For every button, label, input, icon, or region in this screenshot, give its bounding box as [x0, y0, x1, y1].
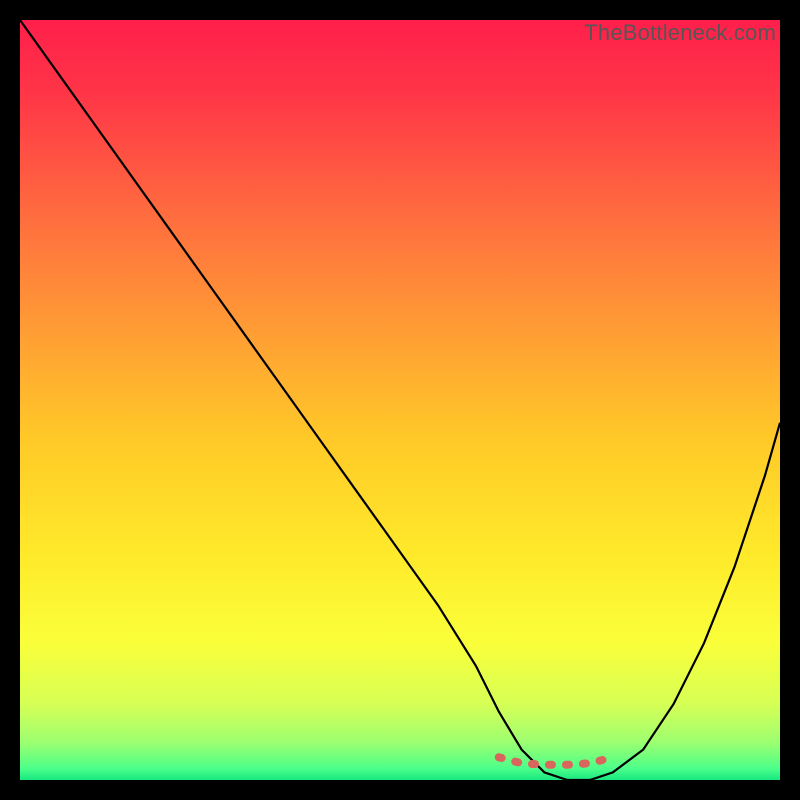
gradient-background	[20, 20, 780, 780]
bottleneck-chart	[20, 20, 780, 780]
watermark-text: TheBottleneck.com	[584, 20, 776, 46]
chart-frame: TheBottleneck.com	[20, 20, 780, 780]
